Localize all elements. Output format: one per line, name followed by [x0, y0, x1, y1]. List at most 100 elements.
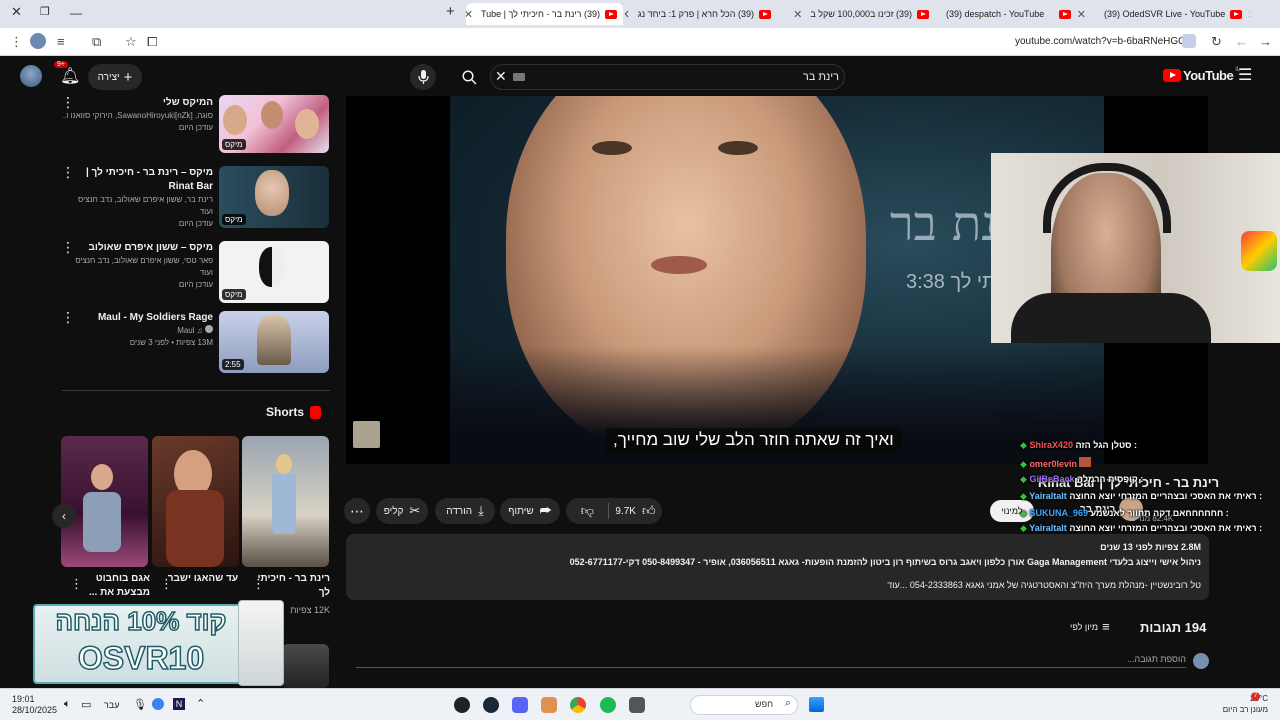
short-more-icon[interactable]: ⋮ [252, 576, 265, 592]
tab-despatch[interactable]: ✕ (39) despatch - YouTube [940, 3, 1092, 25]
spotify-icon[interactable] [600, 697, 616, 713]
youtube-logo-text: YouTube [1183, 68, 1234, 83]
search-input[interactable] [531, 67, 839, 87]
more-actions-button[interactable]: ⋯ [344, 498, 370, 524]
weather-desc: מעונן רב היום [1222, 705, 1268, 714]
tray-app-icon[interactable] [152, 698, 164, 710]
create-button[interactable]: יצירה + [88, 64, 142, 90]
start-button[interactable] [809, 697, 824, 712]
recommendation-title: Maul - My Soldiers Rage [97, 312, 213, 323]
download-button[interactable]: ⤓ הורדה [435, 498, 495, 524]
short-thumbnail[interactable] [242, 436, 329, 567]
like-icon[interactable]: 👍︎ [642, 503, 656, 519]
dislike-button[interactable]: 👎︎ [572, 503, 602, 519]
recommendation-item[interactable]: מיקס המיקס שלי סוגה, SawanoHiroyuki[nZk]… [55, 95, 331, 156]
video-description[interactable]: 2.8M צפיות לפני 13 שנים ניהול אישי וייצו… [346, 534, 1209, 600]
tab-100000[interactable]: (39) זכינו ב100,000 שקל ב ✕ [783, 3, 935, 25]
back-icon[interactable]: → [1259, 34, 1272, 50]
steam-icon[interactable] [483, 697, 499, 713]
more-options-icon[interactable]: ⋮ [61, 240, 75, 254]
comments-count: 194 תגובות [1140, 620, 1207, 635]
shorts-prev-button[interactable]: ‹ [52, 504, 76, 528]
open-in-app-icon[interactable]: ⧠ [147, 34, 157, 50]
taskbar-search-label: חפש [755, 699, 773, 709]
recommendation-thumbnail[interactable]: מיקס [219, 95, 329, 153]
tray-n-icon[interactable]: N [173, 698, 185, 710]
search-button[interactable] [456, 64, 482, 90]
clear-search-icon[interactable]: ✕ [495, 68, 507, 85]
short-thumbnail[interactable] [61, 436, 148, 567]
short-thumbnail[interactable] [152, 436, 239, 567]
chat-text: חחחחחחאם דקה תחוור לאנשמע : [1090, 508, 1229, 518]
chat-text: ראיתי את האסכי ובצהריים המזרחי יוצא החוצ… [1069, 491, 1263, 501]
file-explorer-icon[interactable] [629, 697, 645, 713]
short-thumbnail[interactable] [282, 644, 329, 688]
menu-dots-icon[interactable]: ⋮ [10, 34, 23, 50]
bookmark-star-icon[interactable]: ☆ [125, 34, 137, 50]
clip-button[interactable]: ✂ קליפ [376, 498, 428, 524]
tray-expand-icon[interactable]: ⌃ [196, 697, 205, 710]
language-indicator[interactable]: עבר [104, 700, 119, 710]
forward-icon[interactable]: ← [1235, 34, 1248, 50]
restore-window-button[interactable]: ❐ [40, 5, 50, 18]
recommendation-thumbnail[interactable]: 2:55 [219, 311, 329, 373]
clock[interactable]: 19:01 28/10/2025 [12, 694, 57, 716]
more-options-icon[interactable]: ⋮ [61, 165, 75, 179]
microphone-tray-icon[interactable]: 🎙︎ [133, 698, 147, 711]
add-comment-input[interactable]: הוספת תגובה... [356, 650, 1186, 668]
notifications-icon[interactable]: 🔔︎ 9+ [54, 61, 80, 86]
tab-title: (39) רינת בר - חיכיתי לך | Tube [480, 9, 600, 19]
recommendation-item[interactable]: 2:55 Maul - My Soldiers Rage Maul ♫ 13M … [55, 310, 331, 381]
youtube-logo[interactable]: YouTube IL [1163, 67, 1240, 83]
like-count[interactable]: 9.7K [615, 506, 636, 517]
chat-user: Yairaltalt [1029, 491, 1067, 501]
taskbar-search-icon: ⌕ [784, 697, 791, 709]
network-icon[interactable]: ▭ [81, 698, 91, 711]
obs-icon[interactable] [454, 697, 470, 713]
account-avatar[interactable] [20, 65, 42, 87]
close-tab-icon[interactable]: ✕ [1077, 8, 1086, 21]
tab-title: (39) OdedSVR Live - YouTube [1104, 9, 1226, 19]
reload-icon[interactable]: ↻ [1211, 34, 1222, 50]
more-options-icon[interactable]: ⋮ [61, 310, 75, 324]
search-box: ✕ [490, 64, 845, 90]
tab-odedsvr-live[interactable]: ✕ (39) OdedSVR Live - YouTube [1098, 3, 1250, 25]
close-tab-icon[interactable]: ✕ [793, 8, 802, 21]
recommendation-item[interactable]: מיקס מיקס – ששון איפרם שאולוב פאר טסי, ש… [55, 240, 331, 311]
short-more-icon[interactable]: ⋮ [70, 576, 83, 592]
extensions-icon[interactable]: ⧉ [92, 34, 101, 50]
chat-user: GilBeBack [1029, 474, 1075, 484]
recommendation-thumbnail[interactable]: מיקס [219, 241, 329, 303]
channel-watermark[interactable] [353, 421, 380, 448]
sort-button[interactable]: מיון לפי ≡ [1070, 619, 1110, 634]
profile-avatar[interactable] [30, 33, 46, 49]
tab-hakol-hara[interactable]: (39) הכל חרא | פרק 1: ביחד נג ✕ [625, 3, 777, 25]
chrome-icon[interactable] [570, 697, 586, 713]
discord-icon[interactable] [512, 697, 528, 713]
taskbar-search[interactable]: חפש ⌕ [690, 695, 798, 715]
close-window-button[interactable]: ✕ [11, 4, 22, 20]
share-button[interactable]: ⮫ שיתוף [500, 498, 560, 524]
mix-badge: מיקס [222, 214, 246, 225]
close-tab-icon[interactable]: ✕ [1248, 8, 1250, 21]
url-text[interactable]: youtube.com/watch?v=b-6baRNeHGQ [1015, 36, 1186, 47]
voice-search-button[interactable] [410, 64, 436, 90]
keyboard-icon[interactable] [513, 73, 525, 81]
minimize-window-button[interactable]: — [70, 6, 82, 20]
guide-menu-icon[interactable]: ☰ [1238, 65, 1252, 85]
recommendation-item[interactable]: מיקס מיקס – רינת בר - חיכיתי לך | Rinat … [55, 165, 331, 236]
app-icon[interactable] [541, 697, 557, 713]
close-tab-icon[interactable]: ✕ [466, 8, 473, 21]
short-more-icon[interactable]: ⋮ [160, 576, 173, 592]
create-label: יצירה [97, 71, 120, 83]
video-caption: ואיך זה שאתה חוזר הלב שלי שוב מחייך, [605, 428, 902, 454]
recommendation-thumbnail[interactable]: מיקס [219, 166, 329, 228]
close-tab-icon[interactable]: ✕ [625, 8, 630, 21]
site-settings-icon[interactable] [1182, 34, 1196, 48]
new-tab-button[interactable]: + [446, 3, 455, 20]
volume-icon[interactable]: 🔈︎ [64, 698, 71, 711]
playlist-icon[interactable]: ≡ [57, 34, 65, 50]
tab-rinat-bar[interactable]: (39) רינת בר - חיכיתי לך | Tube ✕ [466, 3, 623, 25]
more-options-icon[interactable]: ⋮ [61, 95, 75, 109]
recommendation-updated: עודכן היום [178, 219, 213, 228]
